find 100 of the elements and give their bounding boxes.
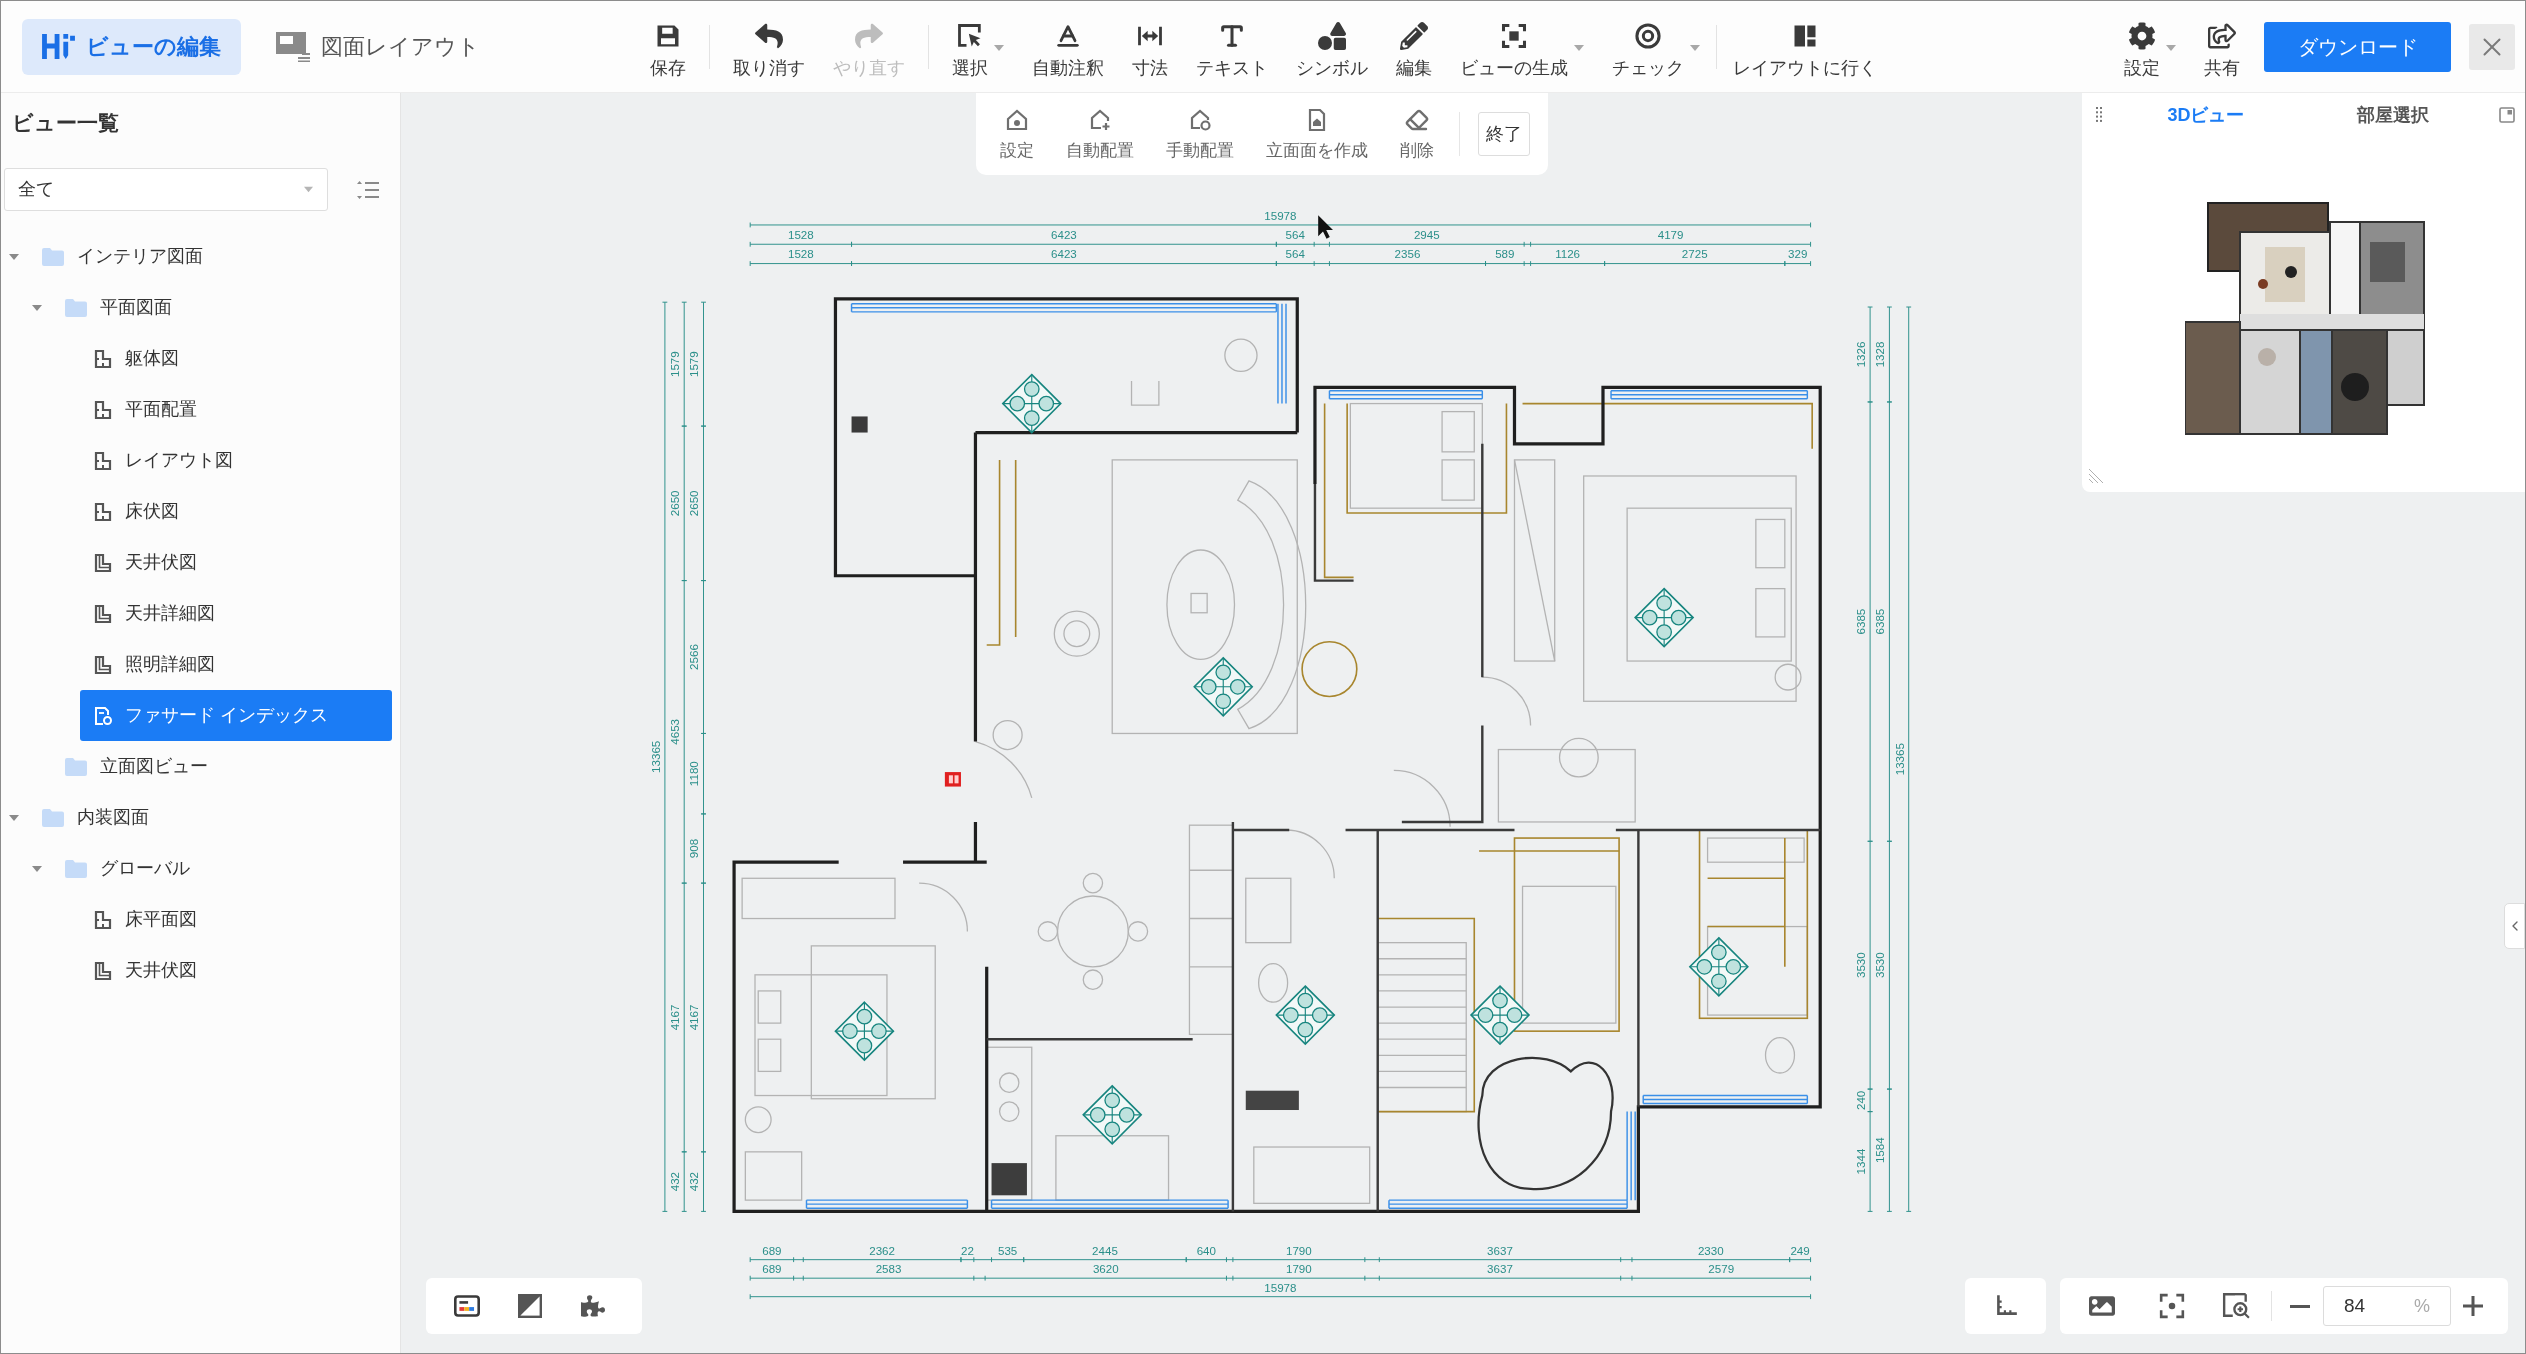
dimension-label: 6423 [1051,248,1077,261]
toolbar-button[interactable]: 寸法 [1118,1,1182,92]
image-icon [2089,1293,2115,1319]
color-legend-icon [454,1295,480,1317]
tree-item[interactable]: 躯体図 [80,333,392,384]
caret-down-icon [1574,43,1584,53]
dimension-label: 689 [762,1244,782,1257]
diamond-marker-icon [1001,373,1062,434]
dimension-label: 564 [1285,248,1305,261]
tree-item[interactable]: 天井伏図 [80,945,392,996]
tree-item[interactable]: グローバル [29,843,392,894]
diamond-marker-icon [1688,936,1749,997]
view-tool-button[interactable]: 削除 [1388,93,1446,175]
dimension-label: 2650 [688,490,701,517]
toolbar-button[interactable]: シンボル [1282,1,1382,92]
preview-tab[interactable]: 部屋選択 [2318,97,2468,133]
minus-icon [2290,1304,2310,1308]
tree-item[interactable]: レイアウト図 [80,435,392,486]
dimension-label: 589 [1495,248,1515,261]
view-tool-button[interactable]: 自動配置 [1054,93,1146,175]
dimension-label: 1790 [1286,1244,1312,1257]
redo-arrow-icon [855,22,883,50]
share-icon [2208,22,2236,50]
diamond-marker-icon [1275,984,1336,1046]
toolbar-button[interactable]: ビューの生成 [1446,1,1598,92]
cursor-frame-icon [956,22,984,50]
tree-item[interactable]: 天井詳細図 [80,588,392,639]
dimension-label: 3637 [1487,1263,1513,1275]
folder-icon [64,858,88,879]
tree-item[interactable]: 内装図面 [6,792,392,843]
mode-tab[interactable]: ビューの編集 [22,18,241,75]
drag-handle-icon [2096,107,2102,123]
dimension-label: 1528 [788,229,814,242]
ceiling-plan-icon [93,960,113,981]
door-marker-icon [944,772,961,787]
toolbar-button[interactable]: レイアウトに行く [1719,1,1891,92]
diamond-marker-icon [834,1001,895,1062]
view-tool-button[interactable]: 手動配置 [1154,93,1246,175]
tree-item[interactable]: 床平面図 [80,894,392,945]
dimension-label: 15978 [1264,1281,1297,1294]
dimension-label: 2945 [1413,229,1440,242]
tree-item[interactable]: ファサード インデックス [80,690,392,741]
filter-dropdown[interactable]: 全て [4,168,328,211]
dimension-label: 535 [997,1244,1018,1257]
exit-button[interactable]: 終了 [1478,112,1530,156]
toolbar-button[interactable]: チェック [1598,1,1714,92]
house-plus-icon [1088,108,1112,132]
tree-item[interactable]: 平面配置 [80,384,392,435]
tree-item[interactable]: 天井伏図 [80,537,392,588]
mouse-cursor-icon [1318,215,1333,239]
view-tool-button[interactable]: 設定 [988,93,1046,175]
dimension-label: 329 [1788,248,1808,261]
tree-item[interactable]: インテリア図面 [6,231,392,282]
ceiling-plan-icon [93,603,113,624]
fixture-block [991,1163,1027,1196]
folder-icon [41,246,65,267]
dimension-label: 1528 [788,248,814,261]
toolbar-button[interactable]: 選択 [938,1,1018,92]
dimension-label: 2579 [1708,1263,1735,1275]
dimension-label: 3637 [1487,1244,1513,1257]
window-corner-icon [2499,107,2515,123]
drawing-board-icon [276,31,310,62]
toolbar-button[interactable]: テキスト [1182,1,1282,92]
header-action-button[interactable]: 共有 [2190,1,2254,92]
undo-arrow-icon [755,22,783,50]
dimension-label: 2330 [1697,1244,1724,1257]
house-circle-icon [1188,108,1212,132]
download-button[interactable]: ダウンロード [2264,21,2451,72]
mode-tab[interactable]: 図面レイアウト [256,18,500,75]
dimension-label: 4167 [669,1004,682,1031]
dimension-label: 13365 [649,740,662,773]
dimension-label: 640 [1196,1244,1216,1257]
list-icon [357,179,379,200]
zoom-field[interactable]: 84 % [2323,1286,2451,1326]
gear-icon [2128,22,2156,50]
dimension-label: 2362 [869,1244,895,1257]
eraser-icon [1405,108,1429,132]
floor-plan-icon [93,348,113,369]
toolbar-button[interactable]: 自動注釈 [1018,1,1118,92]
app-logo-icon [42,32,75,61]
fixture-block [851,416,868,433]
tree-item[interactable]: 照明詳細図 [80,639,392,690]
tree-item[interactable]: 平面図面 [29,282,392,333]
caret-down-icon [1690,43,1700,53]
tree-item[interactable]: 床伏図 [80,486,392,537]
tree-item[interactable]: 立面図ビュー [29,741,392,792]
preview-tab[interactable]: 3Dビュー [2131,97,2281,133]
header-action-button[interactable]: 設定 [2110,1,2190,92]
dimension-label: 1126 [1555,248,1581,261]
toolbar-button[interactable]: 取り消す [719,1,819,92]
frame-corners-icon [1500,22,1528,50]
toolbar-button[interactable]: 編集 [1382,1,1446,92]
puzzle-piece-icon [581,1294,605,1318]
pencil-icon [1400,22,1428,50]
zoom-frame-icon [2222,1292,2250,1320]
floor-plan-icon [93,909,113,930]
close-button[interactable] [2469,23,2515,70]
folder-icon [64,756,88,777]
toolbar-button[interactable]: 保存 [636,1,700,92]
view-tool-button[interactable]: 立面面を作成 [1254,93,1380,175]
